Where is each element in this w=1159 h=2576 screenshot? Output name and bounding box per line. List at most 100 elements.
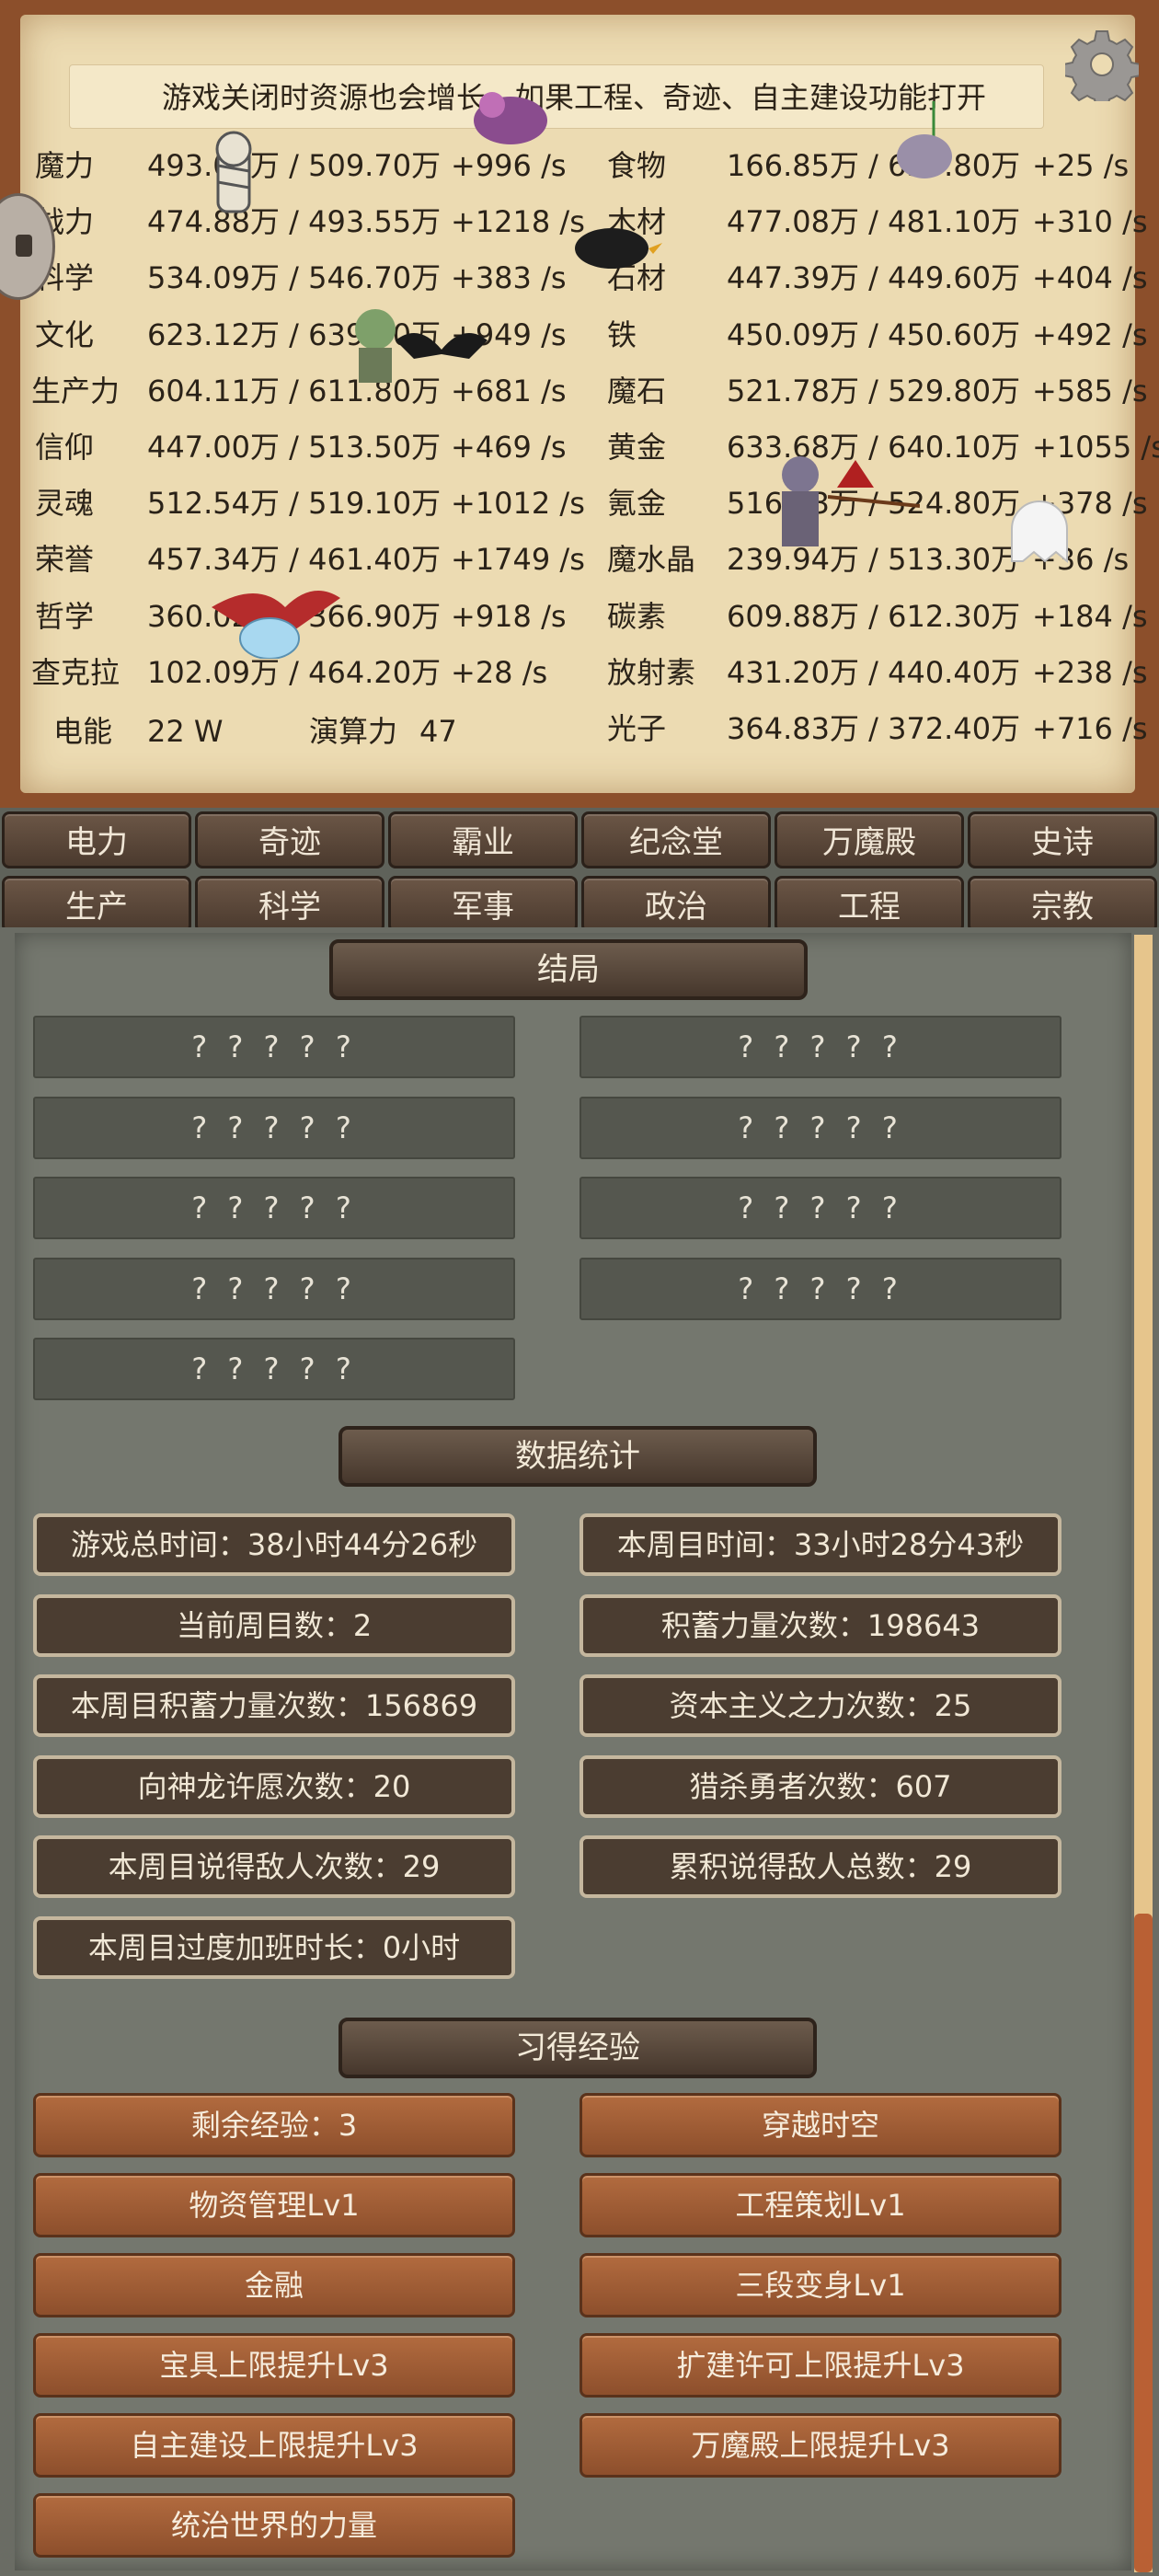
spider-sprite xyxy=(883,101,966,197)
stat-item: 资本主义之力次数：25 xyxy=(580,1674,1061,1737)
experience-item[interactable]: 金融 xyxy=(33,2253,515,2317)
stat-item: 游戏总时间：38小时44分26秒 xyxy=(33,1513,515,1576)
bat-sprite xyxy=(396,322,488,381)
resource-amount: 431.20万 / 440.40万 xyxy=(727,654,1021,690)
resource-rate: +28 /s xyxy=(451,654,548,690)
resource-name: 铁 xyxy=(607,316,637,352)
resource-name: 魔力 xyxy=(35,148,95,183)
stat-item: 本周目时间：33小时28分43秒 xyxy=(580,1513,1061,1576)
scrollbar-thumb[interactable] xyxy=(1134,1914,1153,2572)
resource-rate: +238 /s xyxy=(1032,654,1148,690)
tab-7[interactable]: 科学 xyxy=(195,876,384,933)
stat-item: 当前周目数：2 xyxy=(33,1593,515,1657)
resource-name: 信仰 xyxy=(35,430,95,465)
resource-name: 氪金 xyxy=(607,486,667,522)
stat-item: 猎杀勇者次数：607 xyxy=(580,1754,1061,1818)
compute-label: 演算力 xyxy=(309,714,398,749)
resource-rate: +585 /s xyxy=(1032,373,1148,408)
resource-amount: 474.88万 / 493.55万 xyxy=(147,204,442,240)
ending-slot[interactable]: ? ? ? ? ? xyxy=(580,1096,1061,1159)
resource-amount: 493.00万 / 509.70万 xyxy=(147,148,442,183)
ending-slot[interactable]: ? ? ? ? ? xyxy=(33,1338,515,1400)
resource-amount: 447.00万 / 513.50万 xyxy=(147,430,442,465)
ending-slot[interactable]: ? ? ? ? ? xyxy=(33,1177,515,1239)
tab-11[interactable]: 宗教 xyxy=(968,876,1157,933)
experience-item[interactable]: 工程策划Lv1 xyxy=(580,2173,1061,2237)
tab-2[interactable]: 霸业 xyxy=(388,811,578,868)
resource-amount: 512.54万 / 519.10万 xyxy=(147,486,442,522)
experience-item[interactable]: 统治世界的力量 xyxy=(33,2493,515,2558)
tab-8[interactable]: 军事 xyxy=(388,876,578,933)
resource-name: 查克拉 xyxy=(31,654,120,690)
resource-name: 生产力 xyxy=(31,373,120,408)
ending-slot[interactable]: ? ? ? ? ? xyxy=(580,1257,1061,1320)
resource-name: 魔水晶 xyxy=(607,542,696,578)
power-label: 电能 xyxy=(53,714,113,749)
tab-3[interactable]: 纪念堂 xyxy=(581,811,771,868)
experience-item[interactable]: 扩建许可上限提升Lv3 xyxy=(580,2333,1061,2398)
resource-name: 碳素 xyxy=(607,598,667,634)
stat-item: 本周目积蓄力量次数：156869 xyxy=(33,1674,515,1737)
stat-item: 本周目说得敌人次数：29 xyxy=(33,1835,515,1898)
stat-item: 本周目过度加班时长：0小时 xyxy=(33,1915,515,1979)
resource-rate: +25 /s xyxy=(1032,148,1130,183)
resource-amount: 534.09万 / 546.70万 xyxy=(147,260,442,296)
resource-name: 放射素 xyxy=(607,654,696,690)
resource-rate: +404 /s xyxy=(1032,260,1148,296)
experience-item[interactable]: 自主建设上限提升Lv3 xyxy=(33,2413,515,2478)
resource-rate: +469 /s xyxy=(451,430,567,465)
tab-1[interactable]: 奇迹 xyxy=(195,811,384,868)
resource-rate: +1012 /s xyxy=(451,486,585,522)
resource-rate: +1055 /s xyxy=(1032,430,1159,465)
ending-slot[interactable]: ? ? ? ? ? xyxy=(580,1016,1061,1078)
resource-rate: +716 /s xyxy=(1032,711,1148,746)
resource-name: 哲学 xyxy=(35,598,95,634)
experience-item[interactable]: 万魔殿上限提升Lv3 xyxy=(580,2413,1061,2478)
resource-amount: 477.08万 / 481.10万 xyxy=(727,204,1021,240)
resource-rate: +184 /s xyxy=(1032,598,1148,634)
ending-slot[interactable]: ? ? ? ? ? xyxy=(580,1177,1061,1239)
resource-rate: +492 /s xyxy=(1032,316,1148,352)
resource-name: 光子 xyxy=(607,711,667,746)
experience-item[interactable]: 剩余经验：3 xyxy=(33,2093,515,2157)
stat-item: 累积说得敌人总数：29 xyxy=(580,1835,1061,1898)
resource-amount: 364.83万 / 372.40万 xyxy=(727,711,1021,746)
resource-amount: 609.88万 / 612.30万 xyxy=(727,598,1021,634)
experience-item[interactable]: 物资管理Lv1 xyxy=(33,2173,515,2237)
tab-5[interactable]: 史诗 xyxy=(968,811,1157,868)
power-value: 22 W xyxy=(147,714,224,749)
compute-value: 47 xyxy=(419,714,457,749)
resource-name: 食物 xyxy=(607,148,667,183)
purple-beast-sprite xyxy=(465,79,557,156)
resource-amount: 450.09万 / 450.60万 xyxy=(727,316,1021,352)
resource-amount: 447.39万 / 449.60万 xyxy=(727,260,1021,296)
tab-0[interactable]: 电力 xyxy=(2,811,191,868)
ghost-sprite xyxy=(1003,497,1076,574)
resource-rate: +310 /s xyxy=(1032,204,1148,240)
detail-panel xyxy=(0,927,1159,2576)
crow-sprite xyxy=(561,212,662,289)
resource-rate: +1749 /s xyxy=(451,542,585,578)
experience-section-header: 习得经验 xyxy=(339,2018,817,2078)
tab-9[interactable]: 政治 xyxy=(581,876,771,933)
ending-section-header: 结局 xyxy=(329,939,808,1000)
tab-6[interactable]: 生产 xyxy=(2,876,191,933)
witch-sprite xyxy=(827,460,921,528)
gear-icon[interactable] xyxy=(1062,28,1142,109)
tab-4[interactable]: 万魔殿 xyxy=(775,811,964,868)
ending-slot[interactable]: ? ? ? ? ? xyxy=(33,1257,515,1320)
ending-slot[interactable]: ? ? ? ? ? xyxy=(33,1016,515,1078)
girl-sprite xyxy=(763,451,837,556)
resource-amount: 166.85万 / 630.80万 xyxy=(727,148,1021,183)
stat-item: 向神龙许愿次数：20 xyxy=(33,1754,515,1818)
ending-slot[interactable]: ? ? ? ? ? xyxy=(33,1096,515,1159)
resource-rate: +383 /s xyxy=(451,260,567,296)
slime-sprite xyxy=(237,607,302,662)
experience-item[interactable]: 三段变身Lv1 xyxy=(580,2253,1061,2317)
resource-rate: +918 /s xyxy=(451,598,567,634)
tab-10[interactable]: 工程 xyxy=(775,876,964,933)
experience-item[interactable]: 穿越时空 xyxy=(580,2093,1061,2157)
resource-name: 文化 xyxy=(35,316,95,352)
experience-item[interactable]: 宝具上限提升Lv3 xyxy=(33,2333,515,2398)
stat-item: 积蓄力量次数：198643 xyxy=(580,1593,1061,1657)
